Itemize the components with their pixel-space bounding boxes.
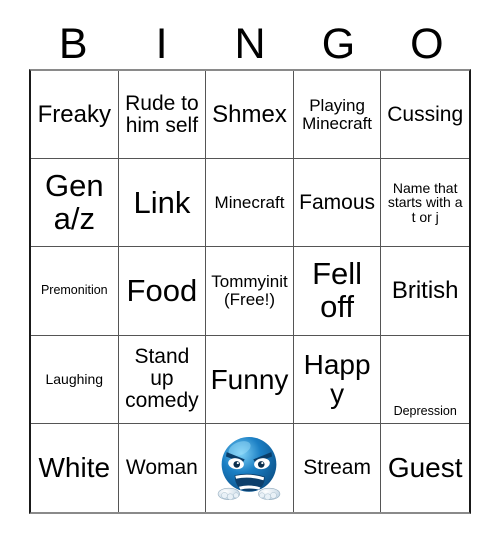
bingo-cell[interactable]: Famous [293, 159, 382, 248]
bingo-cell[interactable]: Freaky [31, 71, 119, 160]
bingo-cell-label: Stream [303, 455, 371, 479]
bingo-cell-label: Rude to him self [125, 91, 199, 137]
bingo-header-letter-o: O [410, 20, 444, 68]
bingo-cell[interactable]: Happy [293, 335, 382, 424]
bingo-cell-free-space[interactable]: Tommyinit (Free!) [206, 247, 294, 336]
bingo-cell-label: Tommyinit (Free!) [211, 272, 288, 309]
bingo-grid: Freaky Rude to him self Shmex Playing Minec… [29, 69, 471, 514]
bingo-cell[interactable]: Gen a/z [31, 159, 119, 248]
bingo-cell-label: Woman [125, 455, 198, 479]
bingo-cell-label: Minecraft [214, 192, 285, 212]
bingo-cell[interactable]: Minecraft [206, 159, 294, 248]
bingo-cell[interactable]: Stream [293, 423, 382, 512]
bingo-cell[interactable]: Funny [206, 335, 294, 424]
bingo-cell[interactable]: Playing Minecraft [293, 71, 382, 160]
bingo-cell-label: British [391, 277, 459, 305]
bingo-cell[interactable]: Stand up comedy [118, 335, 207, 424]
bingo-cell-label: Cussing [387, 102, 464, 126]
bingo-cell-label: White [38, 452, 111, 484]
bingo-cell[interactable]: Guest [381, 423, 469, 512]
bingo-cell-label: Name that starts with a t or j [387, 179, 463, 226]
bingo-cell[interactable]: Food [118, 247, 207, 336]
bingo-cell-label: Food [126, 272, 198, 308]
bingo-cell[interactable]: Fell off [293, 247, 382, 336]
bingo-cell[interactable]: Woman [118, 423, 207, 512]
bingo-cell-label: Happy [303, 348, 371, 410]
bingo-cell-label: Freaky [37, 101, 111, 128]
bingo-header-letter-i: I [155, 20, 168, 68]
bingo-cell-image[interactable] [206, 423, 294, 512]
bingo-cell-label: Gen a/z [44, 168, 104, 236]
bingo-cell-label: Premonition [40, 283, 108, 298]
bingo-cell-label: Depression [393, 403, 457, 418]
bingo-cell-label: Funny [210, 363, 289, 395]
bingo-cell[interactable]: Name that starts with a t or j [381, 159, 469, 248]
bingo-cell[interactable]: White [31, 423, 119, 512]
bingo-cell-label: Famous [299, 190, 376, 214]
bingo-header-letter-g: G [321, 20, 356, 68]
bingo-cell[interactable]: Link [118, 159, 207, 248]
bingo-cell[interactable]: Cussing [381, 71, 469, 160]
bingo-cell-label: Stand up comedy [125, 345, 199, 413]
bingo-cell-label: Laughing [45, 370, 104, 387]
bingo-cell[interactable]: Premonition [31, 247, 119, 336]
bingo-header-letter-n: N [234, 20, 266, 68]
bingo-cell-label: Shmex [212, 101, 287, 128]
bingo-header-letter-b: B [58, 20, 88, 68]
bingo-header: B I N G O [29, 20, 471, 69]
bingo-cell[interactable]: Depression [381, 335, 469, 424]
blue-screaming-angry-face-emoji-icon [213, 432, 285, 504]
bingo-cell[interactable]: Shmex [206, 71, 294, 160]
bingo-cell-label: Guest [387, 452, 463, 484]
bingo-cell[interactable]: British [381, 247, 469, 336]
bingo-cell[interactable]: Rude to him self [118, 71, 207, 160]
bingo-cell[interactable]: Laughing [31, 335, 119, 424]
bingo-cell-label: Playing Minecraft [302, 95, 373, 133]
bingo-cell-label: Link [133, 184, 191, 220]
bingo-cell-label: Fell off [312, 256, 363, 324]
